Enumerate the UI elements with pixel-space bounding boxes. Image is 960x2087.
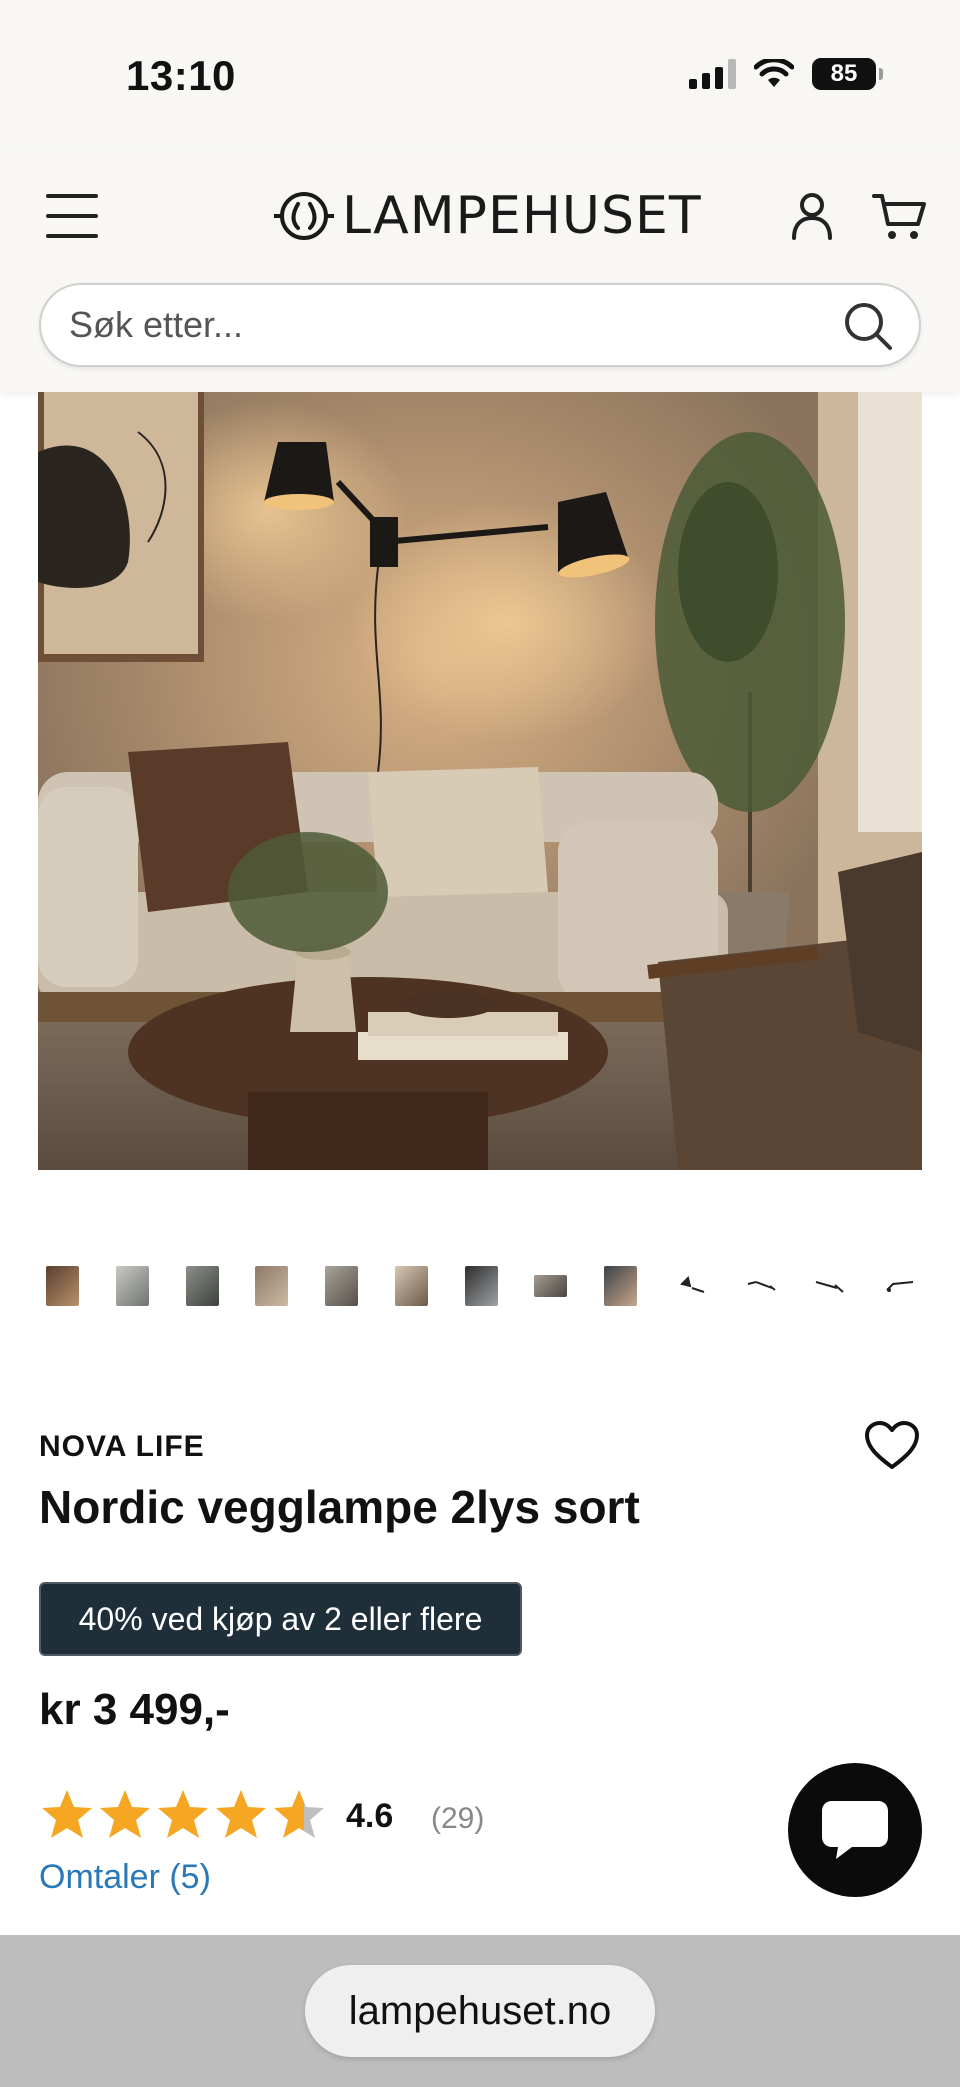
- status-bar: 13:10 85: [0, 0, 960, 150]
- thumbnail[interactable]: [534, 1275, 568, 1297]
- rating-count: (29): [431, 1802, 485, 1835]
- wifi-icon: [754, 59, 794, 87]
- star-icon: [158, 1790, 208, 1838]
- thumbnail[interactable]: [46, 1266, 79, 1306]
- thumbnail[interactable]: [674, 1266, 707, 1306]
- site-header: LAMPEHUSET: [0, 150, 960, 392]
- search-input[interactable]: [69, 285, 829, 365]
- product-brand[interactable]: NOVA LIFE: [39, 1430, 205, 1464]
- rating-value: 4.6: [346, 1797, 394, 1835]
- star-icon: [274, 1790, 324, 1838]
- status-icons: 85: [689, 58, 883, 90]
- product-title: Nordic vegglampe 2lys sort: [39, 1481, 640, 1533]
- star-icon: [100, 1790, 150, 1838]
- thumbnail[interactable]: [325, 1266, 358, 1306]
- star-icon: [42, 1790, 92, 1838]
- thumbnail[interactable]: [604, 1266, 637, 1306]
- promo-badge: 40% ved kjøp av 2 eller flere: [39, 1582, 522, 1656]
- logo-text: LAMPEHUSET: [342, 186, 702, 246]
- thumbnail[interactable]: [744, 1266, 777, 1306]
- shopping-cart-icon[interactable]: [872, 190, 928, 242]
- living-room-scene: [38, 392, 922, 1170]
- lampehuset-logo-icon: [274, 192, 334, 240]
- thumbnail[interactable]: [464, 1266, 498, 1306]
- chat-button[interactable]: [788, 1763, 922, 1897]
- url-bar[interactable]: lampehuset.no: [305, 1965, 655, 2057]
- site-logo[interactable]: LAMPEHUSET: [274, 186, 702, 246]
- user-account-icon[interactable]: [786, 190, 838, 242]
- thumbnail[interactable]: [813, 1266, 846, 1306]
- thumbnail[interactable]: [185, 1266, 219, 1306]
- search-bar[interactable]: [39, 283, 921, 367]
- hamburger-menu-icon[interactable]: [44, 190, 100, 242]
- thumbnail[interactable]: [115, 1266, 149, 1306]
- browser-bottom-bar: lampehuset.no: [0, 1935, 960, 2087]
- thumbnail-strip: [46, 1266, 916, 1306]
- thumbnail[interactable]: [883, 1266, 916, 1306]
- search-icon[interactable]: [843, 301, 893, 351]
- reviews-link[interactable]: Omtaler (5): [39, 1858, 211, 1897]
- heart-icon[interactable]: [864, 1420, 920, 1472]
- product-main-image[interactable]: [38, 392, 922, 1170]
- product-price: kr 3 499,-: [39, 1685, 230, 1734]
- thumbnail[interactable]: [394, 1266, 428, 1306]
- status-time: 13:10: [126, 52, 236, 99]
- chat-bubble-icon: [822, 1801, 888, 1859]
- thumbnail[interactable]: [255, 1266, 289, 1306]
- battery-icon: 85: [812, 58, 883, 90]
- star-icon: [216, 1790, 266, 1838]
- cellular-signal-icon: [689, 59, 736, 89]
- rating-stars: [39, 1787, 327, 1843]
